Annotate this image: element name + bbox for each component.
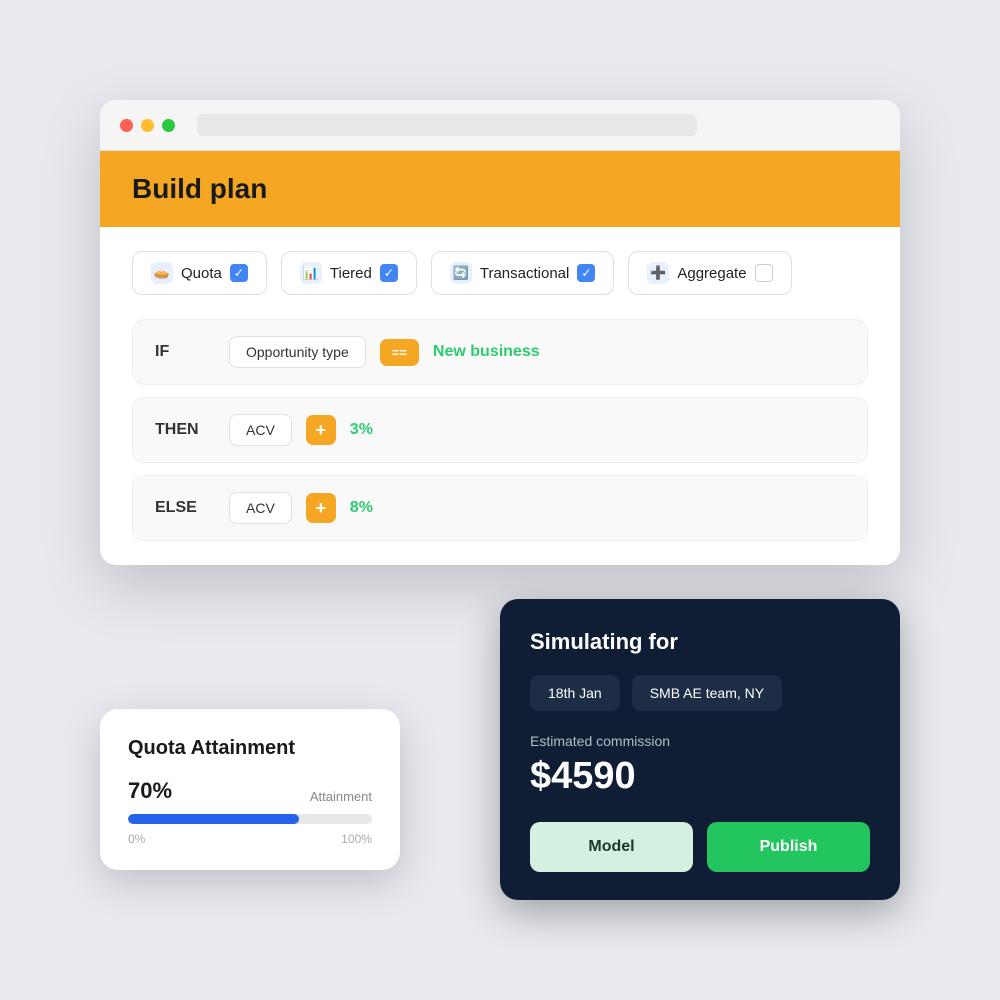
if-rule-row: IF Opportunity type == New business: [132, 319, 868, 385]
tiered-icon: 📊: [300, 262, 322, 284]
aggregate-label: Aggregate: [677, 265, 746, 282]
tiered-label: Tiered: [330, 265, 372, 282]
then-value[interactable]: 3%: [350, 421, 373, 439]
simulation-title: Simulating for: [530, 629, 870, 655]
else-rule-row: ELSE ACV + 8%: [132, 475, 868, 541]
progress-bar-fill: [128, 814, 299, 824]
chip-quota[interactable]: 🥧 Quota ✓: [132, 251, 267, 295]
if-operator[interactable]: ==: [380, 339, 419, 366]
plan-title: Build plan: [132, 173, 267, 204]
else-value[interactable]: 8%: [350, 499, 373, 517]
quota-attainment-label: Attainment: [310, 789, 372, 804]
progress-min-label: 0%: [128, 832, 145, 846]
chip-tiered[interactable]: 📊 Tiered ✓: [281, 251, 417, 295]
browser-window: Build plan 🥧 Quota ✓ 📊 Tiered ✓ 🔄 Transa…: [100, 100, 900, 565]
url-bar: [197, 114, 697, 136]
simulation-actions: Model Publish: [530, 822, 870, 872]
quota-checkbox[interactable]: ✓: [230, 264, 248, 282]
simulation-team-tag: SMB AE team, NY: [632, 675, 782, 711]
transactional-checkbox[interactable]: ✓: [577, 264, 595, 282]
then-field[interactable]: ACV: [229, 414, 292, 446]
then-rule-row: THEN ACV + 3%: [132, 397, 868, 463]
then-label: THEN: [155, 421, 215, 439]
quota-percent: 70%: [128, 778, 172, 804]
plan-types-container: 🥧 Quota ✓ 📊 Tiered ✓ 🔄 Transactional ✓ ➕…: [100, 227, 900, 311]
quota-icon: 🥧: [151, 262, 173, 284]
commission-amount: $4590: [530, 755, 870, 798]
chip-transactional[interactable]: 🔄 Transactional ✓: [431, 251, 615, 295]
chip-aggregate[interactable]: ➕ Aggregate: [628, 251, 791, 295]
tiered-checkbox[interactable]: ✓: [380, 264, 398, 282]
aggregate-checkbox[interactable]: [755, 264, 773, 282]
then-plus-btn[interactable]: +: [306, 415, 336, 445]
progress-max-label: 100%: [341, 832, 372, 846]
quota-stats: 70% Attainment: [128, 778, 372, 804]
rules-section: IF Opportunity type == New business THEN…: [100, 311, 900, 565]
transactional-label: Transactional: [480, 265, 570, 282]
progress-labels: 0% 100%: [128, 832, 372, 846]
transactional-icon: 🔄: [450, 262, 472, 284]
publish-button[interactable]: Publish: [707, 822, 870, 872]
minimize-dot[interactable]: [141, 119, 154, 132]
plan-header: Build plan: [100, 151, 900, 227]
else-field[interactable]: ACV: [229, 492, 292, 524]
if-field[interactable]: Opportunity type: [229, 336, 366, 368]
else-plus-btn[interactable]: +: [306, 493, 336, 523]
quota-card-title: Quota Attainment: [128, 737, 372, 760]
quota-label: Quota: [181, 265, 222, 282]
commission-label: Estimated commission: [530, 733, 870, 749]
simulation-tags: 18th Jan SMB AE team, NY: [530, 675, 870, 711]
close-dot[interactable]: [120, 119, 133, 132]
model-button[interactable]: Model: [530, 822, 693, 872]
simulation-card: Simulating for 18th Jan SMB AE team, NY …: [500, 599, 900, 900]
maximize-dot[interactable]: [162, 119, 175, 132]
if-value[interactable]: New business: [433, 343, 540, 361]
aggregate-icon: ➕: [647, 262, 669, 284]
else-label: ELSE: [155, 499, 215, 517]
progress-bar-container: [128, 814, 372, 824]
quota-attainment-card: Quota Attainment 70% Attainment 0% 100%: [100, 709, 400, 870]
if-label: IF: [155, 343, 215, 361]
browser-titlebar: [100, 100, 900, 151]
simulation-date-tag: 18th Jan: [530, 675, 620, 711]
